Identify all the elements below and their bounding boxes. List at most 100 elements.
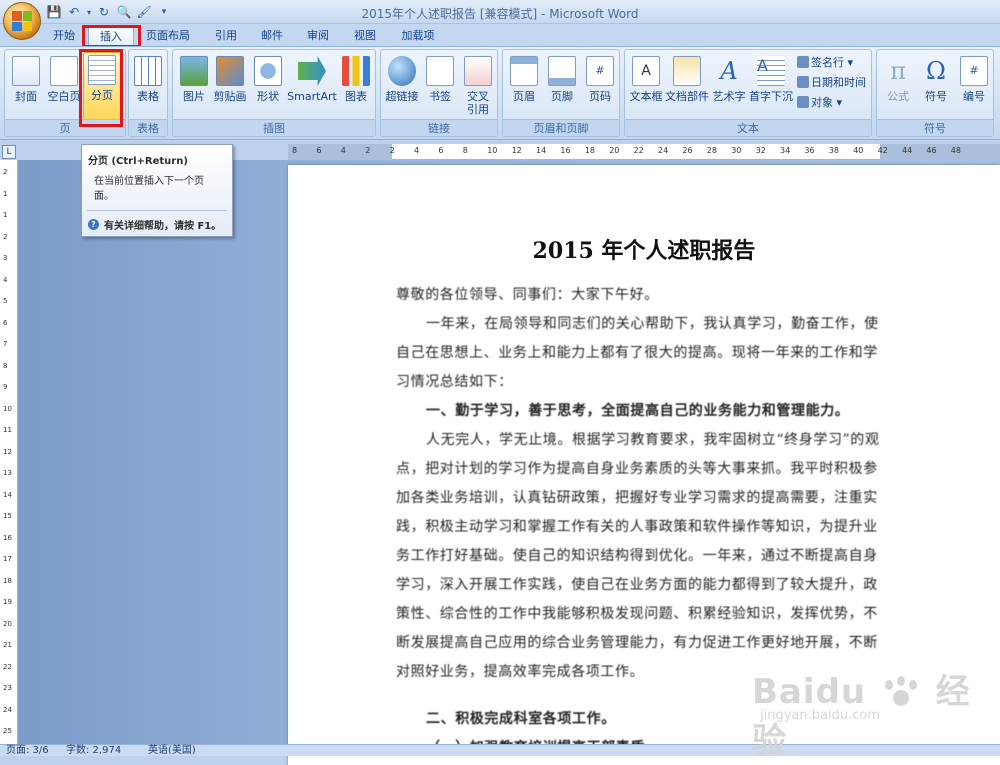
group-table: 表格 表格 xyxy=(128,49,168,137)
group-header-footer-label: 页眉和页脚 xyxy=(503,119,619,136)
pi-icon: π xyxy=(890,57,906,85)
word-art-button[interactable]: A 艺术字 xyxy=(709,54,749,120)
header-icon xyxy=(510,56,538,86)
smartart-icon xyxy=(298,56,326,86)
ruler-tick-label: 24 xyxy=(3,705,12,714)
picture-button[interactable]: 图片 xyxy=(175,54,213,120)
footer-button[interactable]: 页脚 xyxy=(543,54,581,120)
group-header-footer: 页眉 页脚 # 页码 页眉和页脚 xyxy=(502,49,620,137)
ruler-tick-label: 17 xyxy=(3,555,12,563)
chart-button[interactable]: 图表 xyxy=(337,54,375,120)
ruler-tick-label: 2 xyxy=(389,146,395,155)
equation-button[interactable]: π 公式 xyxy=(879,54,917,120)
ruler-tick-label: 4 xyxy=(414,146,420,155)
tab-mailings[interactable]: 邮件 xyxy=(252,26,292,46)
tab-home[interactable]: 开始 xyxy=(44,26,84,46)
group-links-label: 链接 xyxy=(381,119,497,136)
ruler-tick-label: 3 xyxy=(3,254,8,262)
group-symbols-label: 符号 xyxy=(877,119,993,136)
ruler-tick-label: 22 xyxy=(633,146,644,155)
customize-toolbar-icon[interactable]: ▾ xyxy=(156,4,172,20)
globe-icon xyxy=(388,56,416,86)
chevron-down-icon[interactable]: ▾ xyxy=(86,4,92,20)
hyperlink-button[interactable]: 超链接 xyxy=(383,54,421,120)
ruler-tick-label: 8 xyxy=(462,146,468,155)
office-button[interactable] xyxy=(3,2,41,40)
signature-line-button[interactable]: 签名行 ▾ xyxy=(797,54,853,72)
group-links: 超链接 书签 交叉引用 链接 xyxy=(380,49,498,137)
paragraph: 尊敬的各位领导、同事们：大家下午好。 xyxy=(396,287,659,303)
ruler-tick-label: 23 xyxy=(3,684,12,692)
print-preview-icon[interactable]: 🔍 xyxy=(116,4,132,20)
undo-icon[interactable]: ↶ xyxy=(66,4,82,20)
tab-view[interactable]: 视图 xyxy=(345,26,385,46)
tab-add-ins[interactable]: 加载项 xyxy=(392,26,444,46)
quick-parts-button[interactable]: 文档部件 xyxy=(665,54,709,120)
tooltip-help: ? 有关详细帮助，请按 F1。 xyxy=(88,217,221,232)
footer-icon xyxy=(548,56,576,86)
ruler-tick-label: 36 xyxy=(804,146,815,155)
text-box-button[interactable]: A 文本框 xyxy=(627,54,665,120)
ruler-tick-label: 42 xyxy=(877,146,888,155)
group-table-label: 表格 xyxy=(129,119,167,136)
ruler-tick-label: 4 xyxy=(340,146,346,155)
blank-page-button[interactable]: 空白页 xyxy=(45,54,83,120)
tab-page-layout[interactable]: 页面布局 xyxy=(140,26,196,46)
redo-icon[interactable]: ↻ xyxy=(96,4,112,20)
ruler-tick-label: 2 xyxy=(365,146,371,155)
cross-reference-button[interactable]: 交叉引用 xyxy=(459,54,497,120)
bookmark-button[interactable]: 书签 xyxy=(421,54,459,120)
date-time-button[interactable]: 日期和时间 xyxy=(797,74,866,92)
tooltip-body: 在当前位置插入下一个页面。 xyxy=(94,176,204,202)
highlight-page-break xyxy=(79,49,123,127)
table-button[interactable]: 表格 xyxy=(129,54,167,120)
ruler-tick-label: 24 xyxy=(658,146,669,155)
symbol-button[interactable]: Ω 符号 xyxy=(917,54,955,120)
smartart-button[interactable]: SmartArt xyxy=(285,54,339,120)
office-logo-icon xyxy=(12,11,32,31)
picture-icon xyxy=(180,56,208,86)
shapes-button[interactable]: 形状 xyxy=(249,54,287,120)
ruler-tick-label: 20 xyxy=(609,146,620,155)
signature-icon xyxy=(797,56,809,68)
horizontal-ruler[interactable]: 8 6 4 2 2 4 6 8 10 12 14 16 18 20 22 24 26 28 30 32 34 36 38 40… xyxy=(288,144,1000,160)
ruler-tick-label: 48 xyxy=(950,146,961,155)
ruler-tick-label: 2 xyxy=(3,168,8,176)
ruler-tick-label: 9 xyxy=(3,383,8,391)
object-button[interactable]: 对象 ▾ xyxy=(797,94,842,112)
ruler-tick-label: 18 xyxy=(3,576,12,585)
drop-cap-button[interactable]: A 首字下沉 xyxy=(749,54,793,120)
ruler-tick-label: 6 xyxy=(3,318,8,327)
ruler-tick-label: 10 xyxy=(487,146,498,155)
cover-page-icon xyxy=(12,56,40,86)
ruler-tick-label: 40 xyxy=(853,146,864,155)
numbering-icon: # xyxy=(960,56,988,86)
ruler-tick-label: 26 xyxy=(682,146,693,155)
language-status[interactable]: 英语(美国) xyxy=(148,745,196,757)
word-count-status[interactable]: 字数: 2,974 xyxy=(66,745,121,757)
numbering-button[interactable]: # 编号 xyxy=(955,54,993,120)
format-painter-icon[interactable]: 🖌 xyxy=(136,4,152,20)
cover-page-button[interactable]: 封面 xyxy=(7,54,45,120)
ribbon-tabs: 开始 插入 页面布局 引用 邮件 审阅 视图 加载项 xyxy=(0,24,1000,46)
ruler-tick-label: 8 xyxy=(292,146,298,155)
document-area: 2015 年个人述职报告 尊敬的各位领导、同事们：大家下午好。 一年来，在局领导… xyxy=(18,160,1000,765)
tab-selector[interactable]: L xyxy=(2,145,16,159)
quick-parts-icon xyxy=(673,56,701,86)
tab-references[interactable]: 引用 xyxy=(206,26,246,46)
vertical-ruler[interactable]: 2 1 1 2 3 4 5 6 7 8 9 10 11 12 13 14 15 16 17 18 19 20 21 22 23 2… xyxy=(0,160,18,744)
clip-art-button[interactable]: 剪贴画 xyxy=(211,54,249,120)
header-button[interactable]: 页眉 xyxy=(505,54,543,120)
save-icon[interactable]: 💾 xyxy=(46,4,62,20)
calendar-icon xyxy=(797,76,809,88)
ruler-right-margin xyxy=(880,144,1000,160)
page-number-button[interactable]: # 页码 xyxy=(581,54,619,120)
tooltip-title: 分页 (Ctrl+Return) xyxy=(88,156,188,167)
table-icon xyxy=(134,56,162,86)
ruler-tick-label: 34 xyxy=(780,146,791,155)
tab-review[interactable]: 审阅 xyxy=(298,26,338,46)
help-icon: ? xyxy=(88,219,99,230)
ruler-tick-label: 6 xyxy=(316,146,322,155)
page-count-status[interactable]: 页面: 3/6 xyxy=(6,745,49,757)
clip-art-icon xyxy=(216,56,244,86)
